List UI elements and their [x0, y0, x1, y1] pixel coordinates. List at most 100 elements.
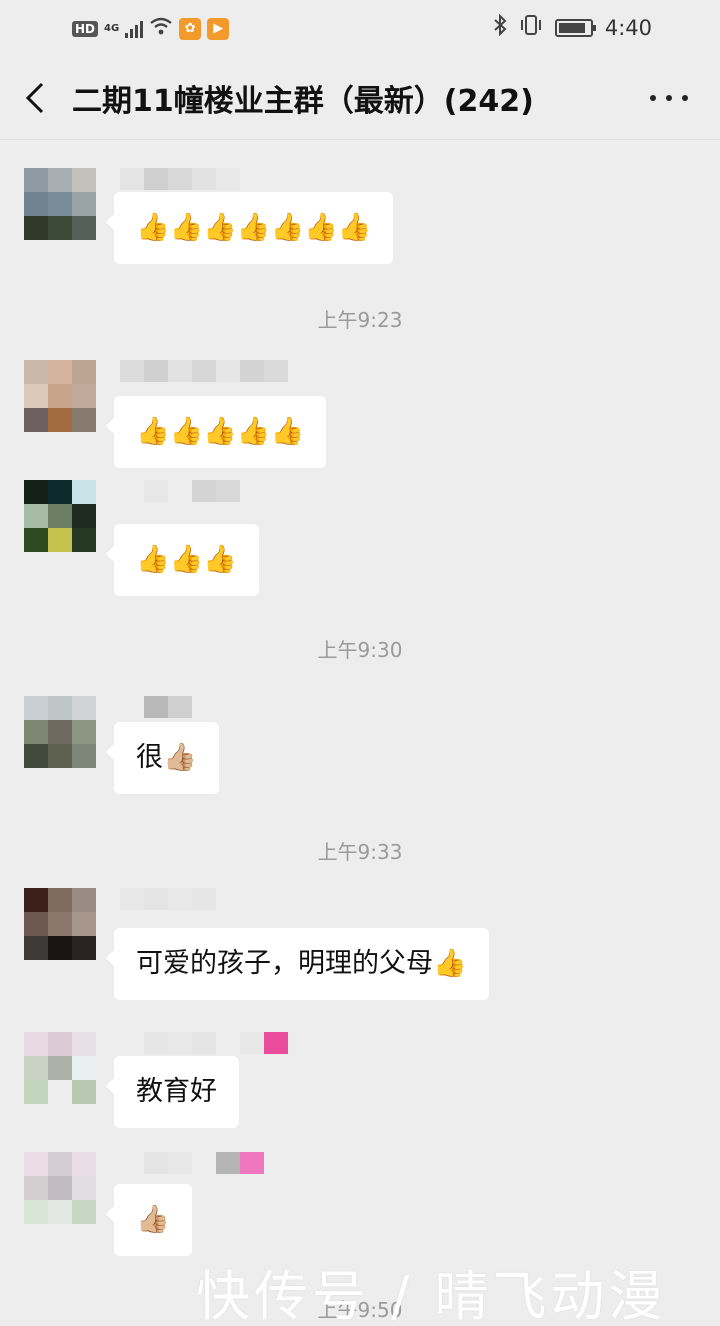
avatar-pixel [24, 504, 48, 528]
avatar-pixel [48, 696, 72, 720]
status-left: HD 4G ✿ ▶ [72, 16, 230, 41]
video-app-icon: ▶ [207, 17, 230, 40]
avatar-pixel [48, 408, 72, 432]
avatar-pixel [72, 1032, 96, 1056]
avatar-pixel [48, 504, 72, 528]
avatar-pixel [48, 1176, 72, 1200]
message-bubble[interactable]: 可爱的孩子，明理的父母👍 [106, 928, 489, 1000]
avatar-pixel [72, 936, 96, 960]
avatar-pixel [72, 888, 96, 912]
avatar[interactable] [24, 1032, 96, 1104]
avatar-pixel [48, 936, 72, 960]
avatar-pixel [72, 1080, 96, 1104]
status-bar: HD 4G ✿ ▶ 4:40 [0, 0, 720, 56]
avatar-pixel [72, 720, 96, 744]
avatar-pixel [24, 1152, 48, 1176]
avatar-pixel [24, 888, 48, 912]
avatar-pixel [24, 696, 48, 720]
message-bubble[interactable]: 👍👍👍👍👍 [105, 396, 327, 468]
wifi-icon [149, 16, 173, 41]
avatar-pixel [24, 1032, 48, 1056]
avatar-pixel [72, 360, 96, 384]
avatar[interactable] [24, 696, 96, 768]
message-bubble[interactable]: 很👍🏼 [106, 722, 219, 794]
message-bubble[interactable]: 教育好 [106, 1056, 239, 1128]
avatar-pixel [24, 408, 48, 432]
avatar-pixel [24, 912, 48, 936]
bluetooth-icon [493, 13, 507, 41]
avatar-pixel [48, 1032, 72, 1056]
avatar-pixel [48, 216, 72, 240]
network-type: 4G [104, 23, 120, 34]
avatar-pixel [72, 912, 96, 936]
avatar-pixel [72, 1200, 96, 1224]
signal-icon [125, 20, 144, 38]
avatar-pixel [24, 480, 48, 504]
sender-name-blurred [120, 1152, 264, 1174]
avatar-pixel [24, 528, 48, 552]
avatar-pixel [72, 1056, 96, 1080]
avatar-pixel [24, 192, 48, 216]
avatar-pixel [48, 1080, 72, 1104]
status-right: 4:40 [493, 13, 652, 41]
avatar-pixel [24, 936, 48, 960]
avatar-pixel [48, 888, 72, 912]
avatar-pixel [72, 1176, 96, 1200]
message-bubble[interactable]: 👍🏼 [106, 1184, 192, 1256]
avatar-pixel [48, 744, 72, 768]
timestamp: 上午9:30 [317, 638, 403, 662]
avatar-pixel [48, 1056, 72, 1080]
avatar-pixel [24, 384, 48, 408]
avatar-pixel [48, 720, 72, 744]
avatar-pixel [72, 480, 96, 504]
avatar-pixel [24, 1056, 48, 1080]
avatar-pixel [48, 168, 72, 192]
timestamp: 上午9:33 [317, 840, 403, 864]
avatar-pixel [72, 696, 96, 720]
battery-level [558, 22, 585, 33]
avatar-pixel [24, 360, 48, 384]
avatar-pixel [48, 1200, 72, 1224]
avatar-pixel [72, 408, 96, 432]
sender-name-blurred [120, 360, 288, 382]
avatar-pixel [48, 384, 72, 408]
timestamp: 上午9:23 [317, 308, 403, 332]
avatar-pixel [48, 912, 72, 936]
avatar-pixel [48, 480, 72, 504]
avatar-pixel [48, 528, 72, 552]
avatar-pixel [72, 1152, 96, 1176]
avatar-pixel [72, 504, 96, 528]
chat-title: 二期11幢楼业主群（最新）(242) [72, 84, 534, 119]
avatar[interactable] [24, 360, 96, 432]
sender-name-blurred [120, 168, 240, 190]
avatar-pixel [24, 216, 48, 240]
watermark: 快传号 / 晴飞动漫 [196, 1265, 667, 1326]
hd-icon: HD [72, 20, 99, 37]
message-bubble[interactable]: 👍👍👍 [106, 524, 259, 596]
status-time: 4:40 [604, 15, 652, 40]
more-dots-icon[interactable] [650, 86, 688, 110]
avatar-pixel [24, 1080, 48, 1104]
avatar[interactable] [24, 888, 96, 960]
avatar-pixel [24, 1176, 48, 1200]
avatar-pixel [72, 528, 96, 552]
avatar-pixel [24, 744, 48, 768]
chevron-left-icon[interactable] [20, 80, 54, 116]
avatar-pixel [72, 744, 96, 768]
chat-header: 二期11幢楼业主群（最新）(242) [0, 56, 720, 140]
avatar-pixel [24, 1200, 48, 1224]
app-notification-icon: ✿ [179, 17, 202, 40]
avatar[interactable] [24, 168, 96, 240]
avatar-pixel [24, 720, 48, 744]
avatar-pixel [72, 384, 96, 408]
message-bubble[interactable]: 👍👍👍👍👍👍👍 [105, 192, 394, 264]
sender-name-blurred [120, 696, 192, 718]
sender-name-blurred [120, 888, 216, 910]
avatar-pixel [72, 168, 96, 192]
avatar[interactable] [24, 1152, 96, 1224]
avatar-pixel [48, 1152, 72, 1176]
avatar-pixel [48, 360, 72, 384]
avatar[interactable] [24, 480, 96, 552]
sender-name-blurred [120, 480, 240, 502]
sender-name-blurred [120, 1032, 288, 1054]
